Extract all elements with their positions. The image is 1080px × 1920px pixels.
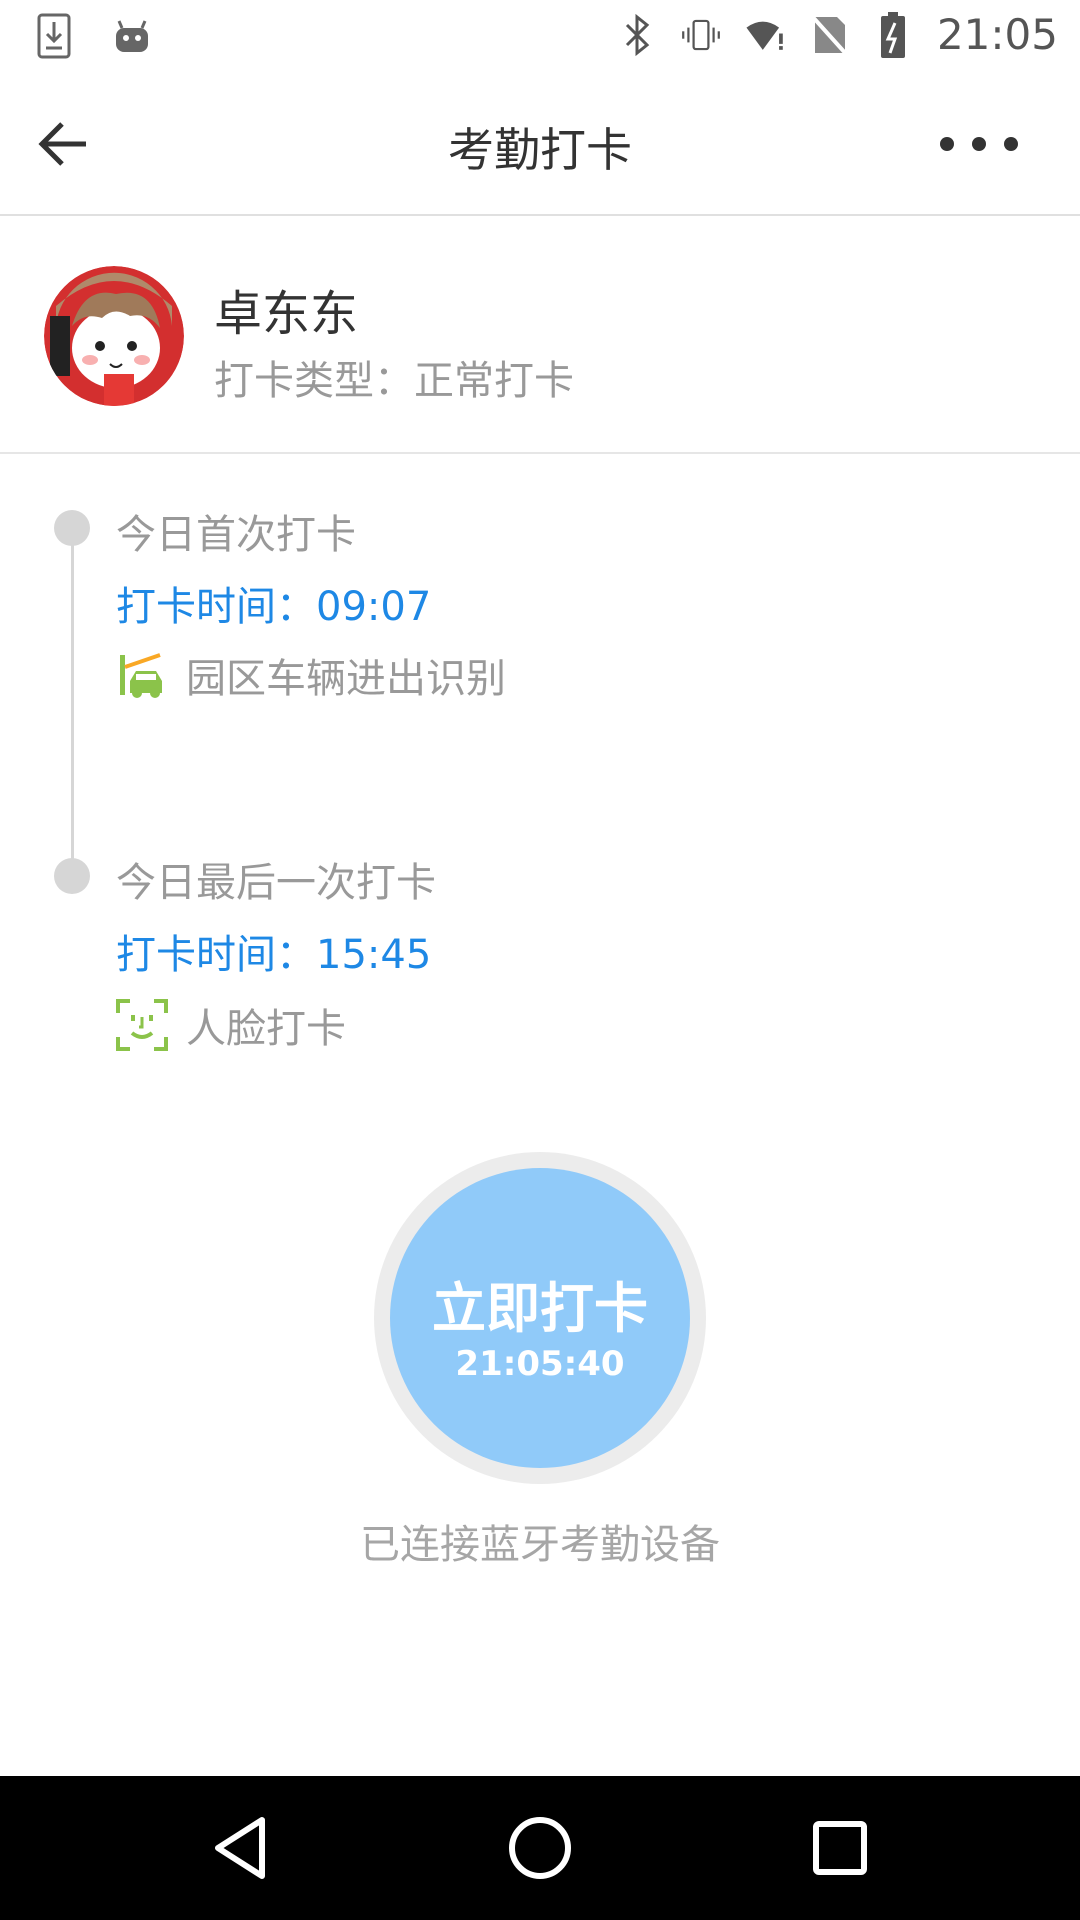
- status-time: 21:05: [936, 10, 1058, 59]
- checkin-type: 打卡类型：正常打卡: [214, 358, 574, 404]
- avatar: [44, 266, 184, 406]
- last-checkin-method: 人脸打卡: [116, 996, 346, 1054]
- punch-now-label: 立即打卡: [432, 1277, 648, 1340]
- profile-card: 卓东东 打卡类型：正常打卡: [0, 218, 1080, 454]
- page-title: 考勤打卡: [448, 123, 632, 177]
- bluetooth-status: 已连接蓝牙考勤设备: [360, 1522, 720, 1568]
- punch-now-button[interactable]: 立即打卡 21:05:40: [390, 1168, 690, 1468]
- app-bar: 考勤打卡: [0, 72, 1080, 216]
- bluetooth-icon: [617, 11, 657, 59]
- no-sim-icon: [809, 11, 849, 59]
- circle-home-icon: [509, 1817, 571, 1879]
- system-navigation-bar: [0, 1776, 1080, 1920]
- first-checkin-time: 打卡时间：09:07: [116, 584, 432, 630]
- nav-recents-button[interactable]: [804, 1812, 876, 1884]
- wifi-alert-icon: [745, 11, 785, 59]
- last-checkin-time: 打卡时间：15:45: [116, 932, 432, 978]
- timeline-dot: [54, 858, 90, 894]
- last-checkin-title: 今日最后一次打卡: [116, 860, 436, 906]
- nav-back-button[interactable]: [206, 1812, 278, 1884]
- more-horizontal-icon: [1004, 137, 1018, 151]
- status-bar: 21:05: [0, 0, 1080, 72]
- square-recents-icon: [813, 1821, 867, 1875]
- more-horizontal-icon: [940, 137, 954, 151]
- timeline-line: [71, 528, 74, 876]
- vibrate-icon: [681, 11, 721, 59]
- more-options-button[interactable]: [940, 132, 1030, 156]
- download-icon: [34, 12, 74, 60]
- triangle-back-icon: [215, 1817, 265, 1879]
- last-checkin-method-label: 人脸打卡: [186, 1006, 346, 1052]
- car-gate-icon: [120, 653, 162, 698]
- timeline-dot: [54, 510, 90, 546]
- first-checkin-title: 今日首次打卡: [116, 512, 356, 558]
- more-horizontal-icon: [972, 137, 986, 151]
- android-icon: [112, 12, 152, 60]
- face-scan-icon: [116, 999, 168, 1051]
- user-name: 卓东东: [214, 286, 359, 342]
- nav-home-button[interactable]: [504, 1812, 576, 1884]
- battery-charging-icon: [873, 11, 913, 59]
- first-checkin-method: 园区车辆进出识别: [116, 646, 506, 704]
- first-checkin-method-label: 园区车辆进出识别: [186, 656, 506, 702]
- punch-clock: 21:05:40: [455, 1344, 625, 1384]
